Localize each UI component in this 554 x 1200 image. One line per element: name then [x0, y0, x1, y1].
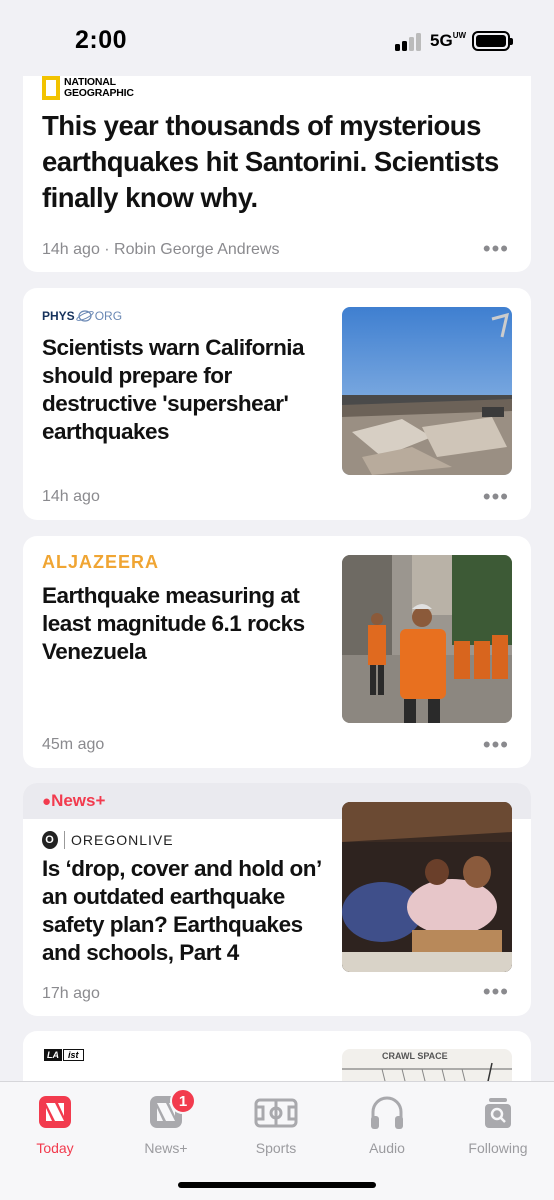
- news-plus-tag-label: News+: [51, 791, 106, 810]
- publisher-name-part2: ist: [63, 1049, 84, 1061]
- publisher-logo-phys-org: PHYS ORG: [42, 309, 122, 323]
- more-options-button[interactable]: •••: [483, 981, 509, 1003]
- article-card[interactable]: PHYS ORG Scientists warn California shou…: [23, 288, 531, 520]
- publisher-name-line2: GEOGRAPHIC: [64, 87, 134, 99]
- publisher-logo-oregonlive: O OREGONLIVE: [42, 831, 174, 849]
- news-icon: [33, 1090, 77, 1134]
- publisher-name-part1: LA: [44, 1049, 62, 1061]
- news-plus-icon: 1: [144, 1088, 196, 1134]
- article-meta: 14h ago · Robin George Andrews: [42, 241, 280, 258]
- more-options-button[interactable]: •••: [483, 238, 509, 260]
- globe-icon: [75, 310, 94, 322]
- headphones-icon: [365, 1090, 409, 1134]
- home-indicator[interactable]: [178, 1182, 376, 1188]
- more-options-button[interactable]: •••: [483, 486, 509, 508]
- article-thumbnail-rescue-workers[interactable]: [342, 555, 512, 723]
- tab-sports[interactable]: Sports: [226, 1090, 326, 1156]
- network-type: 5GUW: [430, 31, 467, 50]
- publisher-name: OREGONLIVE: [71, 832, 174, 848]
- tab-label: Sports: [255, 1140, 297, 1156]
- article-headline[interactable]: Earthquake measuring at least magnitude …: [42, 582, 332, 666]
- apple-logo-icon: ●: [42, 793, 52, 810]
- article-headline[interactable]: Scientists warn California should prepar…: [42, 334, 332, 446]
- tab-news-plus[interactable]: 1 News+: [116, 1088, 216, 1156]
- tab-today[interactable]: Today: [5, 1090, 105, 1156]
- article-card[interactable]: ALJAZEERA Earthquake measuring at least …: [23, 536, 531, 768]
- following-search-icon: [476, 1090, 520, 1134]
- status-time: 2:00: [75, 26, 128, 54]
- publisher-name-part1: PHYS: [42, 309, 75, 323]
- article-headline[interactable]: Is ‘drop, cover and hold on’ an outdated…: [42, 855, 332, 967]
- publisher-logo-laist: LA ist: [44, 1049, 84, 1061]
- battery-icon: [472, 31, 513, 51]
- publisher-name-part2: ORG: [94, 309, 123, 323]
- tab-label: Following: [468, 1140, 528, 1156]
- news-plus-tag: ●News+: [42, 791, 105, 811]
- natgeo-yellow-frame-icon: [42, 76, 60, 100]
- divider: [64, 831, 65, 849]
- article-meta: 14h ago: [42, 488, 100, 505]
- more-options-button[interactable]: •••: [483, 734, 509, 756]
- article-headline[interactable]: This year thousands of mysterious earthq…: [42, 108, 522, 216]
- sports-field-icon: [254, 1090, 298, 1134]
- tab-label: Today: [36, 1140, 74, 1156]
- article-thumbnail-collapsed-freeway[interactable]: [342, 307, 512, 475]
- publisher-logo-aljazeera: ALJAZEERA: [42, 552, 160, 572]
- article-card[interactable]: ●News+ O OREGONLIVE Is ‘drop, cover and …: [23, 783, 531, 1016]
- article-thumbnail-students-under-desk[interactable]: [342, 802, 512, 972]
- cellular-signal-icon: [395, 33, 423, 51]
- tab-following[interactable]: Following: [448, 1090, 548, 1156]
- oregonlive-o-icon: O: [42, 831, 58, 849]
- tab-audio[interactable]: Audio: [337, 1090, 437, 1156]
- publisher-logo-national-geographic: NATIONAL GEOGRAPHIC: [42, 76, 134, 100]
- notification-badge: 1: [170, 1088, 196, 1114]
- tab-label: News+: [144, 1140, 188, 1156]
- article-card[interactable]: NATIONAL GEOGRAPHIC This year thousands …: [23, 60, 531, 272]
- network-suffix: UW: [452, 31, 467, 40]
- tab-label: Audio: [369, 1140, 405, 1156]
- article-meta: 17h ago: [42, 985, 100, 1002]
- status-bar: 2:00 5GUW: [0, 0, 554, 76]
- article-meta: 45m ago: [42, 736, 105, 753]
